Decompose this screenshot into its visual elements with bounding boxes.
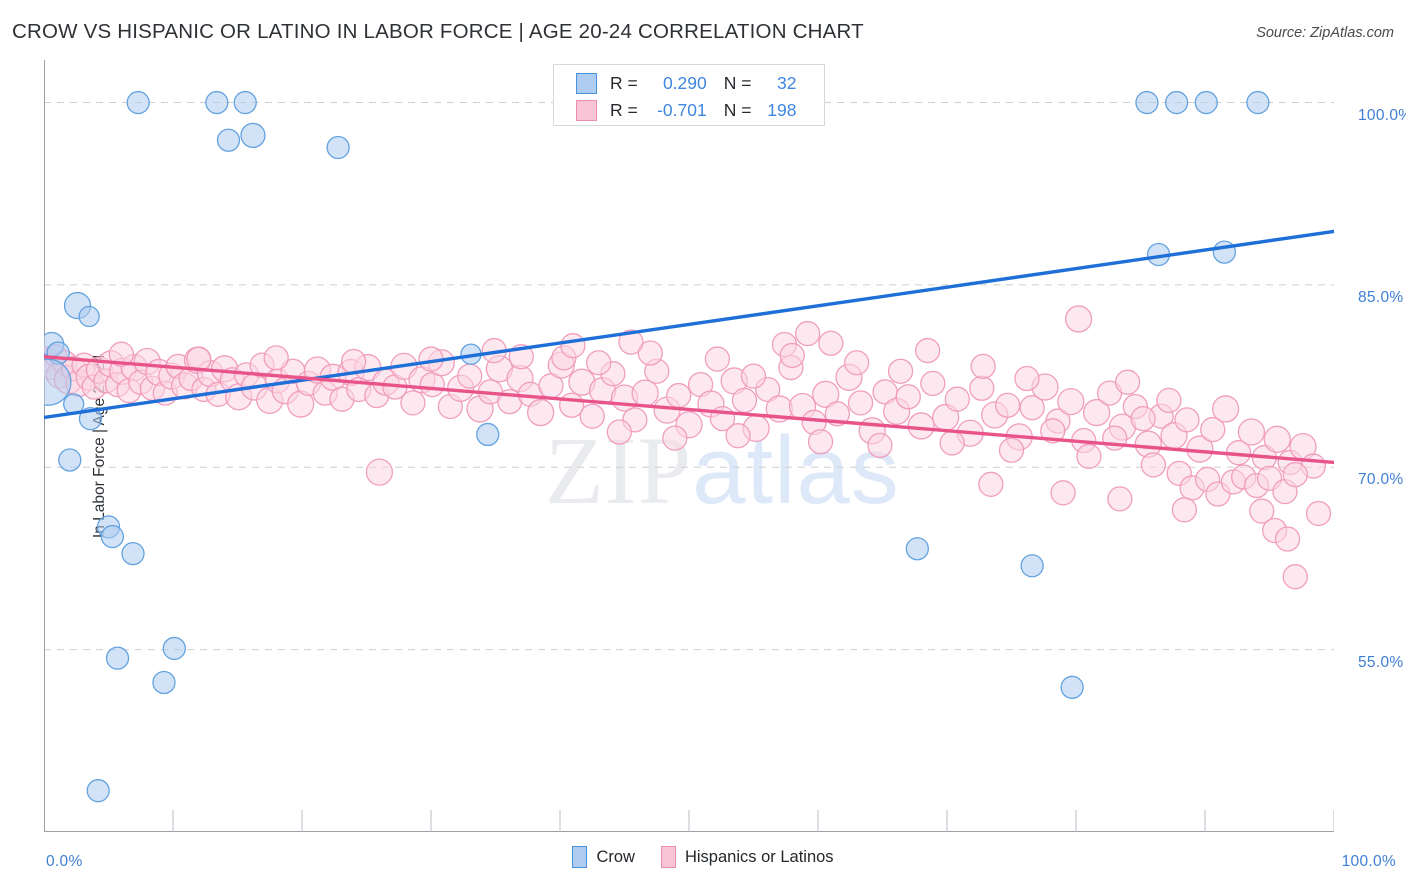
- correlation-stats-legend: R = 0.290 N = 32 R = -0.701 N = 198: [553, 64, 825, 126]
- stats-n-value-crow: 32: [777, 72, 797, 93]
- y-axis-tick-label: 55.0%: [1358, 653, 1404, 671]
- scatter-plot-svg: [44, 60, 1334, 832]
- stats-swatch-hispanics-or-latinos: [576, 99, 597, 121]
- stats-swatch-crow: [576, 72, 597, 94]
- stats-n-label-crow: N =: [723, 72, 752, 93]
- legend-label-crow: Crow: [596, 847, 635, 866]
- legend-item-hispanics-or-latinos[interactable]: Hispanics or Latinos: [660, 846, 834, 868]
- stats-r-value-hispanics: -0.701: [657, 99, 707, 120]
- stats-row-crow: R = 0.290 N = 32: [554, 69, 824, 97]
- y-axis-tick-label: 70.0%: [1358, 471, 1404, 489]
- source-attribution: Source: ZipAtlas.com: [1256, 25, 1394, 41]
- plot-area: [44, 60, 1334, 832]
- legend-swatch-hispanics-or-latinos: [660, 846, 676, 868]
- stats-r-label-crow: R =: [610, 72, 638, 93]
- x-axis-tickmarks: [172, 810, 1334, 832]
- legend-swatch-crow: [572, 846, 588, 868]
- stats-n-label-hispanics: N =: [723, 99, 752, 120]
- legend-item-crow[interactable]: Crow: [572, 846, 635, 868]
- stats-r-label-hispanics: R =: [610, 99, 638, 120]
- stats-r-value-crow: 0.290: [662, 72, 707, 93]
- y-axis-tick-label: 85.0%: [1358, 288, 1404, 306]
- y-axis-tick-label: 100.0%: [1358, 106, 1406, 124]
- stats-row-hispanics-or-latinos: R = -0.701 N = 198: [554, 96, 824, 124]
- series-legend: Crow Hispanics or Latinos: [0, 846, 1406, 868]
- legend-label-hispanics-or-latinos: Hispanics or Latinos: [684, 847, 834, 866]
- correlation-chart: CROW VS HISPANIC OR LATINO IN LABOR FORC…: [0, 0, 1406, 892]
- page-title: CROW VS HISPANIC OR LATINO IN LABOR FORC…: [12, 20, 864, 43]
- stats-n-value-hispanics: 198: [767, 99, 797, 120]
